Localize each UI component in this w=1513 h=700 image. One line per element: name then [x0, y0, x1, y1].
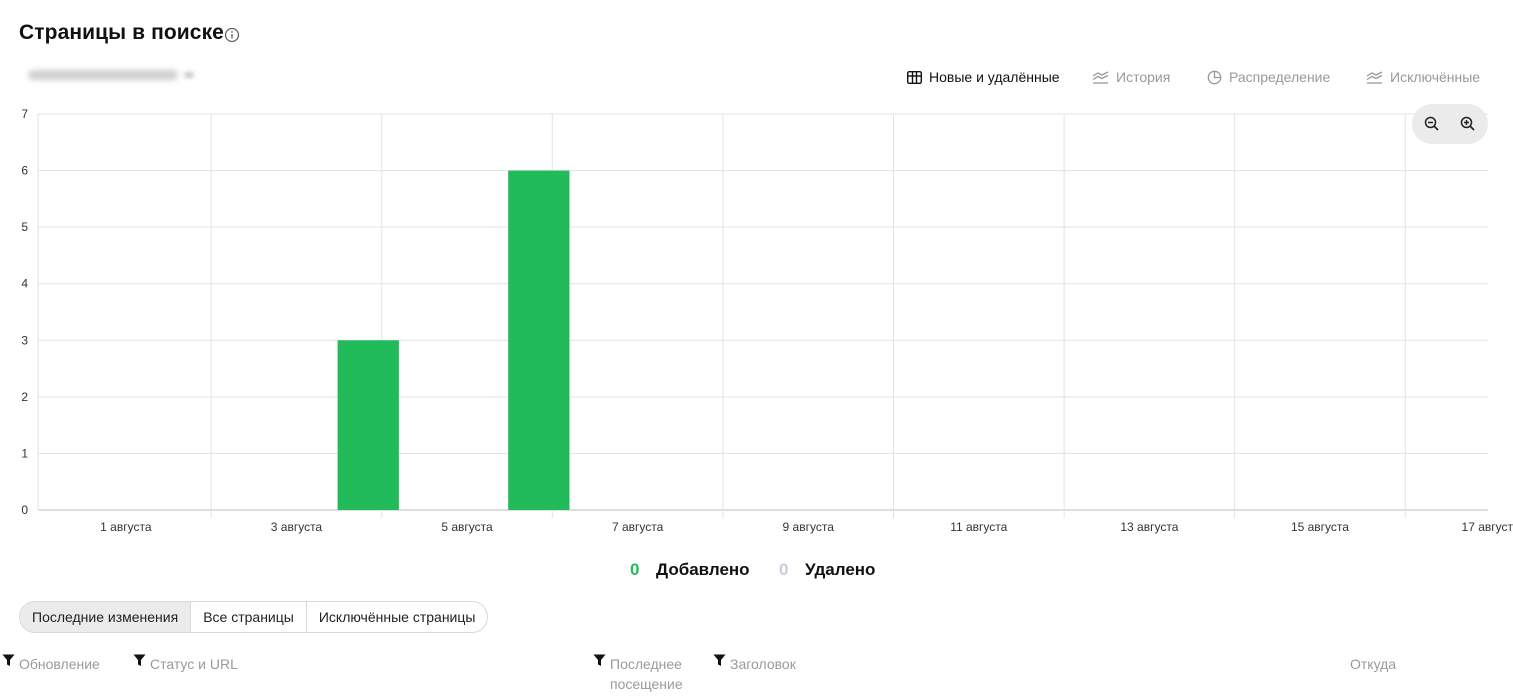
view-tab-distribution[interactable]: Распределение: [1207, 66, 1330, 88]
column-label: Заголовок: [730, 656, 796, 672]
y-tick-label: 5: [21, 220, 28, 234]
column-updated[interactable]: Обновление: [2, 654, 100, 674]
view-tab-label: Новые и удалённые: [929, 69, 1060, 85]
area-chart-icon: [1092, 70, 1109, 84]
filter-icon[interactable]: [713, 654, 726, 667]
chart-legend: 0 Добавлено 0 Удалено: [0, 560, 1513, 582]
y-tick-label: 7: [21, 107, 28, 121]
column-label-line: посещение: [610, 676, 683, 692]
y-tick-label: 0: [21, 503, 28, 517]
y-tick-label: 3: [21, 333, 28, 347]
column-label: Статус и URL: [150, 656, 238, 672]
added-label[interactable]: Добавлено: [656, 560, 750, 580]
added-count: 0: [630, 560, 640, 579]
column-label: Последнее посещение: [610, 654, 683, 694]
zoom-controls: [1412, 104, 1488, 144]
removed-count: 0: [779, 560, 789, 579]
pages-chart: 0 1 2 3 4 5 6 7 1 августа 3 августа 5 августа 7 авг…: [21, 107, 1513, 534]
y-tick-label: 4: [21, 277, 28, 291]
view-tab-label: Исключённые: [1390, 69, 1481, 85]
column-last-visit[interactable]: Последнее посещение: [593, 654, 683, 694]
y-tick-label: 1: [21, 446, 28, 460]
bar: [508, 170, 570, 511]
view-tab-new-removed[interactable]: Новые и удалённые: [907, 66, 1060, 88]
column-label-line: Последнее: [610, 656, 682, 672]
y-tick-label: 2: [21, 390, 28, 404]
removed-label[interactable]: Удалено: [805, 560, 875, 580]
x-tick-label: 9 августа: [783, 520, 835, 534]
x-tick-label: 15 августа: [1291, 520, 1349, 534]
zoom-in-icon[interactable]: [1458, 114, 1478, 134]
table-icon: [907, 70, 922, 84]
view-tab-label: История: [1116, 69, 1171, 85]
column-status-url[interactable]: Статус и URL: [133, 654, 238, 674]
bar: [337, 340, 399, 510]
pages-tabs: Последние изменения Все страницы Исключё…: [19, 601, 489, 633]
filter-icon[interactable]: [593, 654, 606, 667]
area-chart-icon: [1366, 70, 1383, 84]
y-tick-label: 6: [21, 164, 28, 178]
x-tick-label: 13 августа: [1120, 520, 1178, 534]
tab-all-pages[interactable]: Все страницы: [190, 602, 306, 632]
pie-chart-icon: [1207, 70, 1222, 84]
column-source: Откуда: [1350, 654, 1396, 674]
column-label: Обновление: [19, 656, 100, 672]
zoom-out-icon[interactable]: [1422, 114, 1442, 134]
view-tabs: Новые и удалённые История Распределение …: [0, 66, 1513, 88]
x-tick-label: 7 августа: [612, 520, 664, 534]
x-tick-label: 1 августа: [100, 520, 152, 534]
tab-recent-changes[interactable]: Последние изменения: [20, 602, 191, 632]
view-tab-excluded[interactable]: Исключённые: [1366, 66, 1480, 88]
x-tick-label: 11 августа: [950, 520, 1007, 534]
x-tick-label: 3 августа: [271, 520, 323, 534]
filter-icon[interactable]: [2, 654, 15, 667]
page-title: Страницы в поиске: [19, 21, 224, 44]
x-tick-label: 17 августа: [1462, 520, 1513, 534]
column-title[interactable]: Заголовок: [713, 654, 796, 674]
filter-icon[interactable]: [133, 654, 146, 667]
view-tab-label: Распределение: [1229, 69, 1331, 85]
x-tick-label: 5 августа: [441, 520, 493, 534]
column-label: Откуда: [1350, 656, 1397, 672]
info-icon[interactable]: [224, 27, 240, 43]
tab-excluded-pages[interactable]: Исключённые страницы: [305, 602, 488, 632]
view-tab-history[interactable]: История: [1092, 66, 1170, 88]
